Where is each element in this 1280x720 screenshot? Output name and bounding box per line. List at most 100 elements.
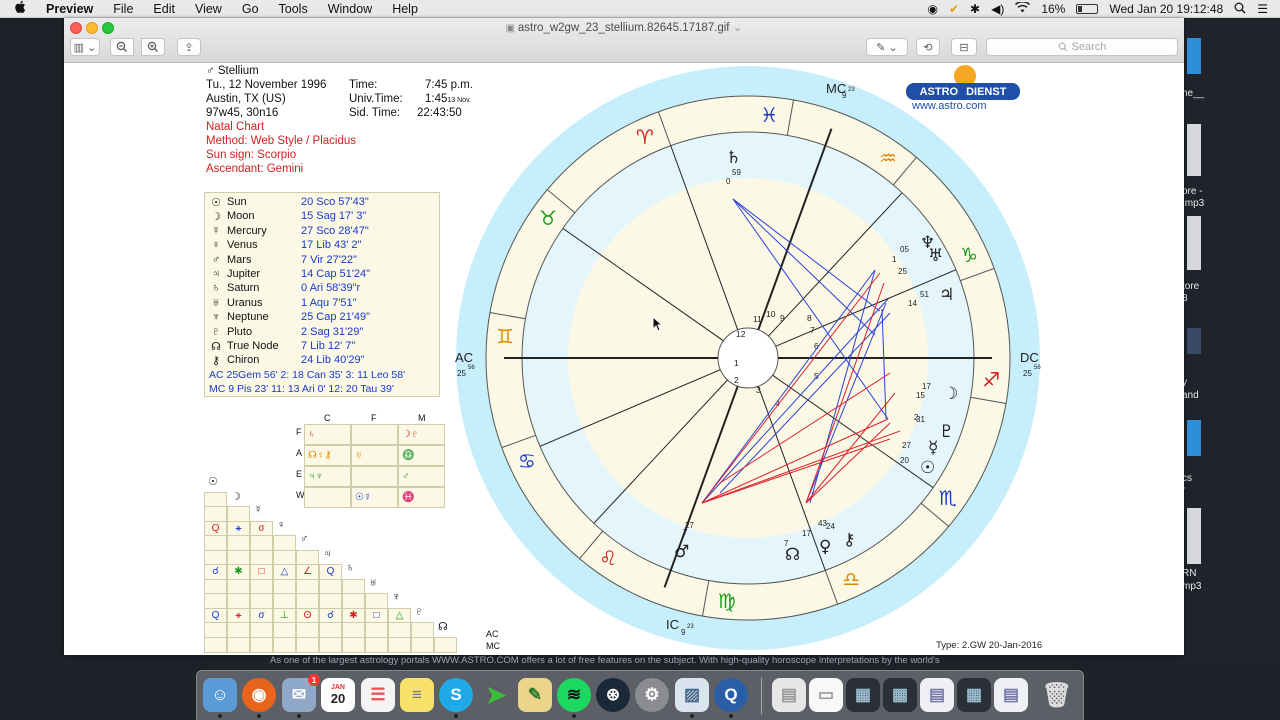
preview-app-icon[interactable]: ▨ <box>675 678 709 718</box>
notification-center-icon[interactable]: ☰ <box>1257 2 1268 16</box>
desktop-file-label[interactable]: ore - <box>1182 186 1280 197</box>
element-cell: ☽♇ <box>398 424 445 445</box>
menu-go[interactable]: Go <box>242 2 259 16</box>
desktop-file-label[interactable]: r <box>1182 485 1280 496</box>
desktop-folder-icon[interactable] <box>1187 420 1201 456</box>
clock[interactable]: Wed Jan 20 19:12:48 <box>1109 2 1223 16</box>
spotlight-search-icon[interactable] <box>1234 2 1246 17</box>
bluetooth-icon[interactable]: ✱ <box>970 2 980 16</box>
apple-menu-icon[interactable] <box>14 0 30 17</box>
desktop-file-label[interactable]: mp3 <box>1182 581 1280 592</box>
zodiac-sign-icon: ♐ <box>982 367 1000 391</box>
battery-level <box>1078 6 1082 12</box>
markup-toolbar-button[interactable]: ✎ ⌄ <box>866 38 908 56</box>
planet-degree-label: 59 <box>732 168 741 177</box>
record-icon[interactable]: ◉ <box>927 2 937 16</box>
system-preferences-icon[interactable]: ⚙ <box>635 678 669 712</box>
menu-preview[interactable]: Preview <box>46 2 93 16</box>
planet-glyph-icon: ♆ <box>211 311 221 324</box>
sun-sign: Sun sign: Scorpio <box>206 149 297 161</box>
screenshot-stack-icon[interactable]: ▦ <box>883 678 917 712</box>
airmail-icon[interactable]: ➤ <box>479 678 513 712</box>
desktop-file-icon[interactable] <box>1187 508 1201 564</box>
screenshot-stack-icon[interactable]: ▦ <box>846 678 880 712</box>
menu-help[interactable]: Help <box>392 2 418 16</box>
desktop-file-label[interactable]: 3 <box>1182 293 1280 304</box>
ac-minute: 56 <box>468 365 475 371</box>
desktop-file-label[interactable]: y <box>1182 377 1280 388</box>
notes-icon[interactable]: ≡ <box>400 678 434 712</box>
wifi-icon[interactable] <box>1015 0 1031 16</box>
planet-row: ⚷ Chiron 24 Lib 40'29" <box>205 354 441 368</box>
spotify-icon[interactable]: ≋ <box>557 678 591 718</box>
battery-percent[interactable]: 16% <box>1041 2 1065 16</box>
desktop-file-label[interactable]: cs <box>1182 473 1280 484</box>
document-stack-icon[interactable]: ▭ <box>809 678 843 712</box>
sidebar-toggle-button[interactable]: ▥ ⌄ <box>70 38 100 56</box>
planet-degree-label: 51 <box>920 290 929 299</box>
mail-icon[interactable]: ✉ 1 <box>282 674 320 718</box>
aspect-symbol-icon: ✱ <box>234 566 243 577</box>
skype-icon[interactable]: S <box>439 678 473 718</box>
aspect-symbol-icon: ⊥ <box>280 609 289 621</box>
norton-check-icon[interactable]: ✔ <box>949 2 959 16</box>
screenshot-stack-icon[interactable]: ▤ <box>994 678 1028 712</box>
ic-degree: 9 <box>681 628 686 637</box>
running-indicator <box>297 714 301 718</box>
desktop-file-label[interactable]: and <box>1182 390 1280 401</box>
zodiac-sign-icon: ♉ <box>539 206 557 230</box>
mars-wheel-glyph-icon: ♂ <box>674 542 689 562</box>
planet-glyph-icon: ☿ <box>211 224 221 237</box>
volume-icon[interactable]: ◀) <box>991 2 1004 16</box>
menu-view[interactable]: View <box>195 2 222 16</box>
trash-icon[interactable]: 🗑 <box>1040 678 1074 712</box>
evernote-icon[interactable]: ✎ <box>518 678 552 712</box>
steam-icon[interactable]: ⊛ <box>596 678 630 712</box>
aspect-cell <box>227 636 250 653</box>
desktop-file-label[interactable]: .mp3 <box>1182 198 1280 209</box>
reminders-icon[interactable]: ☰ <box>361 678 395 712</box>
window-title: ▣ astro_w2gw_23_stellium.82645.17187.gif… <box>64 20 1184 34</box>
aspect-planet-glyph-icon: ♄ <box>346 562 355 574</box>
aspect-symbol-icon: △ <box>280 566 289 577</box>
desktop-image-icon[interactable] <box>1187 328 1201 354</box>
screenshot-stack-icon[interactable]: ▦ <box>957 678 991 712</box>
zoom-in-button[interactable] <box>141 38 165 56</box>
screenshot-stack-icon[interactable]: ▤ <box>920 678 954 712</box>
share-button[interactable]: ⇪ <box>177 38 201 56</box>
planet-name: Pluto <box>227 325 253 338</box>
search-field[interactable]: Search <box>986 38 1178 56</box>
menu-window[interactable]: Window <box>328 2 372 16</box>
rotate-button[interactable]: ⟲ <box>916 38 940 56</box>
zodiac-sign-icon: ♒ <box>879 146 897 170</box>
chevron-down-icon[interactable]: ⌄ <box>730 22 743 34</box>
house-number: 9 <box>780 313 785 323</box>
aspect-planet-glyph-icon: ☉ <box>208 476 218 488</box>
desktop-file-icon[interactable] <box>1187 216 1201 270</box>
planet-row: ☊ True Node 7 Lib 12' 7" <box>205 340 441 354</box>
finder-icon[interactable]: ☺ <box>203 678 237 718</box>
desktop-file-icon[interactable] <box>1187 124 1201 176</box>
quicktime-icon[interactable]: Q <box>714 678 748 718</box>
menu-edit[interactable]: Edit <box>153 2 175 16</box>
desktop-file-label[interactable]: tore <box>1182 281 1280 292</box>
menu-file[interactable]: File <box>113 2 133 16</box>
document-viewport[interactable]: ♂ Stellium Tu., 12 November 1996 Austin,… <box>64 63 1184 655</box>
desktop-file-label[interactable]: RN <box>1182 568 1280 579</box>
desktop-folder-icon[interactable] <box>1187 38 1201 74</box>
calendar-month: JAN <box>330 684 345 691</box>
desktop-file-label[interactable]: he__ <box>1182 88 1280 99</box>
calendar-icon[interactable]: JAN 20 <box>321 678 355 712</box>
planet-name: Sun <box>227 196 247 208</box>
planet-glyph-icon: ☊ <box>211 341 221 353</box>
ac-degree: 25 <box>457 369 466 378</box>
planet-degree-label: 14 <box>908 299 917 308</box>
menu-tools[interactable]: Tools <box>279 2 308 16</box>
running-indicator <box>572 714 576 718</box>
battery-icon[interactable] <box>1076 4 1099 14</box>
toolbox-button[interactable]: ⊟ <box>951 38 977 56</box>
firefox-icon[interactable]: ◉ <box>242 678 276 718</box>
zoom-out-button[interactable] <box>110 38 134 56</box>
document-stack-icon[interactable]: ▤ <box>772 678 806 712</box>
aspect-cell <box>250 636 273 653</box>
